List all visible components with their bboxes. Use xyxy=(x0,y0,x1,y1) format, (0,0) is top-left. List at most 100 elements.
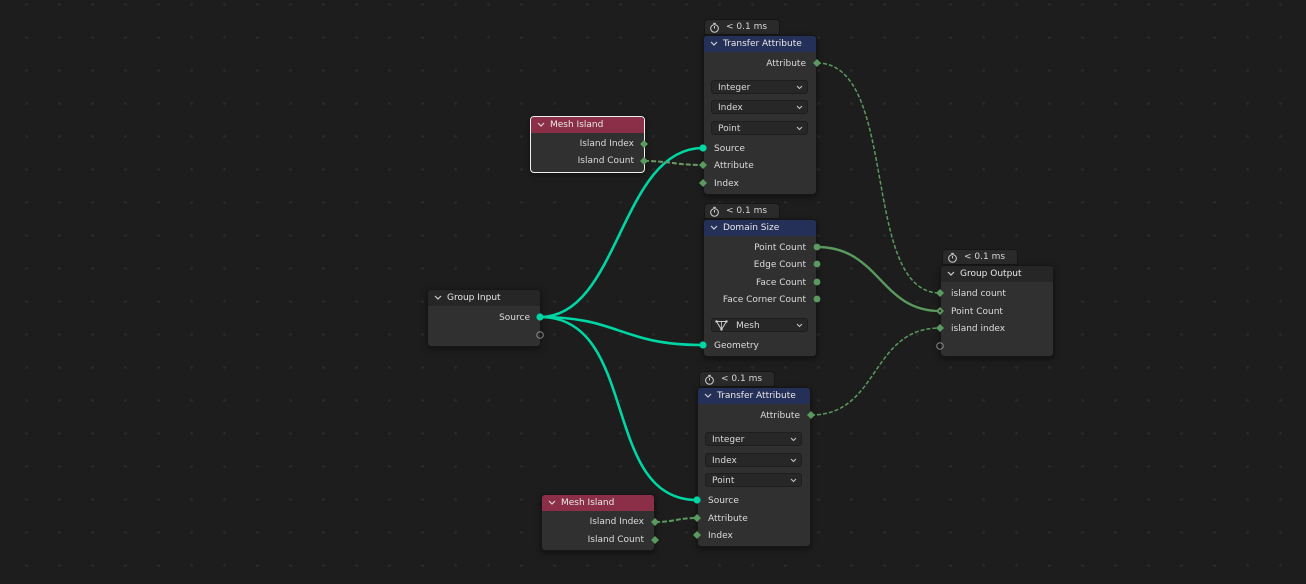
socket-int-icon[interactable] xyxy=(813,278,821,286)
input-label-index: Index xyxy=(708,531,733,541)
timer-badge: < 0.1 ms xyxy=(704,19,780,35)
node-transfer-attribute-top[interactable]: Transfer Attribute Attribute Integer Ind… xyxy=(703,35,817,195)
node-title: Mesh Island xyxy=(561,498,615,508)
socket-diamond-icon[interactable] xyxy=(640,157,648,165)
node-title: Group Output xyxy=(960,269,1022,279)
domain-dropdown[interactable]: Point xyxy=(705,473,802,487)
chevron-down-icon xyxy=(790,458,797,463)
socket-diamond-icon[interactable] xyxy=(699,179,707,187)
dropdown-value: Index xyxy=(712,456,737,466)
mapping-dropdown[interactable]: Index xyxy=(711,100,808,114)
stopwatch-icon xyxy=(705,374,714,385)
mapping-dropdown[interactable]: Index xyxy=(705,453,802,467)
link-transfer-bottom-attribute-to-island-index[interactable] xyxy=(810,327,941,416)
link-point-count-to-group-output[interactable] xyxy=(816,245,941,313)
output-label-face-corner-count: Face Corner Count xyxy=(722,295,806,305)
node-header[interactable]: Transfer Attribute xyxy=(704,36,816,52)
output-label-source: Source xyxy=(499,313,530,323)
chevron-down-icon[interactable] xyxy=(710,225,718,231)
socket-empty-icon[interactable] xyxy=(536,331,544,339)
node-header[interactable]: Domain Size xyxy=(704,220,816,236)
socket-empty-icon[interactable] xyxy=(936,342,944,350)
link-groupinput-source-to-transfer-top-source[interactable] xyxy=(539,146,704,319)
socket-diamond-icon[interactable] xyxy=(693,514,701,522)
node-domain-size[interactable]: Domain Size Point Count Edge Count Face … xyxy=(703,219,817,357)
link-groupinput-source-to-transfer-bottom-source[interactable] xyxy=(539,315,698,502)
dropdown-value: Index xyxy=(718,103,743,113)
socket-int-icon[interactable] xyxy=(813,260,821,268)
node-header[interactable]: Mesh Island xyxy=(542,495,654,511)
output-label-island-index: Island Index xyxy=(589,517,644,527)
socket-int-icon[interactable] xyxy=(813,243,821,251)
output-label-island-count: Island Count xyxy=(577,156,634,166)
socket-diamond-icon[interactable] xyxy=(813,59,821,67)
socket-diamond-icon[interactable] xyxy=(936,289,944,297)
timer-text: < 0.1 ms xyxy=(726,22,768,32)
socket-geometry-icon[interactable] xyxy=(699,341,707,349)
timer-text: < 0.1 ms xyxy=(721,374,763,384)
timer-badge: < 0.1 ms xyxy=(942,249,1018,265)
node-group-output[interactable]: Group Output island count Point Count is… xyxy=(940,265,1054,357)
timer-text: < 0.1 ms xyxy=(726,206,768,216)
input-label-island-index: island index xyxy=(951,324,1006,334)
node-title: Transfer Attribute xyxy=(717,391,796,401)
node-header[interactable]: Transfer Attribute xyxy=(698,388,810,404)
output-label-point-count: Point Count xyxy=(754,243,806,253)
link-groupinput-source-to-domain-geometry[interactable] xyxy=(539,315,704,347)
socket-diamond-dot-icon[interactable] xyxy=(936,307,944,315)
socket-diamond-icon[interactable] xyxy=(640,140,648,148)
stopwatch-icon xyxy=(710,206,719,217)
dropdown-value: Integer xyxy=(712,435,745,445)
socket-diamond-icon[interactable] xyxy=(651,536,659,544)
component-dropdown[interactable]: Mesh xyxy=(711,318,808,332)
chevron-down-icon[interactable] xyxy=(947,271,955,277)
chevron-down-icon[interactable] xyxy=(548,500,556,506)
input-label-source: Source xyxy=(714,144,745,154)
socket-diamond-icon[interactable] xyxy=(699,161,707,169)
mesh-icon xyxy=(715,320,728,331)
chevron-down-icon[interactable] xyxy=(434,295,442,301)
dropdown-value: Point xyxy=(718,124,741,134)
socket-diamond-icon[interactable] xyxy=(651,518,659,526)
node-title: Transfer Attribute xyxy=(723,39,802,49)
node-group-input[interactable]: Group Input Source xyxy=(427,289,541,347)
link-island-index-to-transfer-bottom-attribute[interactable] xyxy=(654,517,698,523)
output-label-attribute: Attribute xyxy=(760,411,800,421)
socket-diamond-icon[interactable] xyxy=(807,411,815,419)
chevron-down-icon[interactable] xyxy=(710,41,718,47)
timer-badge: < 0.1 ms xyxy=(699,371,775,387)
data-type-dropdown[interactable]: Integer xyxy=(711,80,808,94)
node-header[interactable]: Group Input xyxy=(428,290,540,306)
socket-geometry-icon[interactable] xyxy=(693,496,701,504)
chevron-down-icon xyxy=(790,478,797,483)
chevron-down-icon[interactable] xyxy=(704,393,712,399)
dropdown-value: Mesh xyxy=(736,321,760,331)
output-label-attribute: Attribute xyxy=(766,59,806,69)
data-type-dropdown[interactable]: Integer xyxy=(705,432,802,446)
input-label-point-count: Point Count xyxy=(951,307,1003,317)
output-label-face-count: Face Count xyxy=(756,278,806,288)
input-label-index: Index xyxy=(714,179,739,189)
node-transfer-attribute-bottom[interactable]: Transfer Attribute Attribute Integer Ind… xyxy=(697,387,811,547)
node-title: Domain Size xyxy=(723,223,780,233)
node-mesh-island-top[interactable]: Mesh Island Island Index Island Count xyxy=(530,116,645,173)
input-label-island-count: island count xyxy=(951,289,1006,299)
socket-geometry-icon[interactable] xyxy=(536,313,544,321)
socket-diamond-icon[interactable] xyxy=(936,324,944,332)
link-transfer-top-attribute-to-island-count[interactable] xyxy=(816,62,941,294)
input-label-source: Source xyxy=(708,496,739,506)
link-island-count-to-transfer-top-attribute[interactable] xyxy=(643,160,704,166)
input-label-geometry: Geometry xyxy=(714,341,759,351)
dropdown-value: Integer xyxy=(718,83,751,93)
domain-dropdown[interactable]: Point xyxy=(711,121,808,135)
node-header[interactable]: Mesh Island xyxy=(531,117,644,133)
node-header[interactable]: Group Output xyxy=(941,266,1053,282)
socket-int-icon[interactable] xyxy=(813,295,821,303)
socket-geometry-icon[interactable] xyxy=(699,144,707,152)
node-title: Group Input xyxy=(447,293,501,303)
chevron-down-icon xyxy=(796,85,803,90)
node-mesh-island-bottom[interactable]: Mesh Island Island Index Island Count xyxy=(541,494,655,551)
socket-diamond-icon[interactable] xyxy=(693,531,701,539)
chevron-down-icon[interactable] xyxy=(537,122,545,128)
stopwatch-icon xyxy=(710,22,719,33)
